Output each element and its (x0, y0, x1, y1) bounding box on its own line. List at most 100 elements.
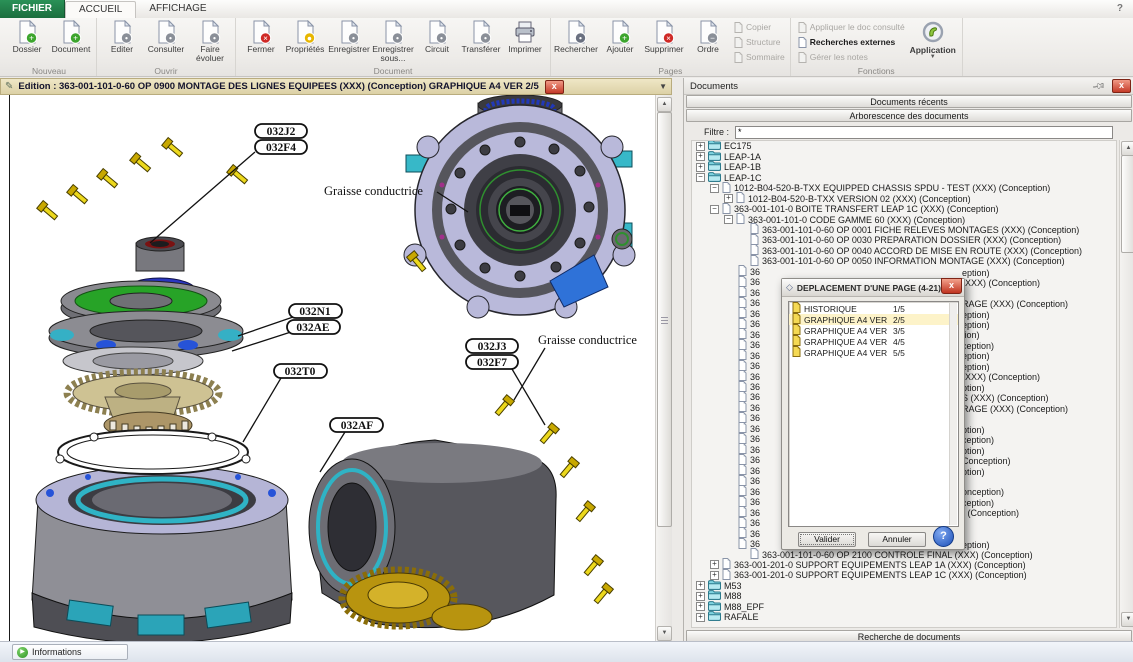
dialog-page-row[interactable]: GRAPHIQUE A4 VER5/5 (789, 347, 958, 358)
ribbon-button-ordre[interactable]: −Ordre (686, 19, 730, 65)
tree-expander[interactable]: − (710, 205, 719, 214)
ribbon-button-enregistrer-sous[interactable]: •Enregistrer sous... (371, 19, 415, 65)
annuler-button[interactable]: Annuler (868, 532, 926, 547)
tree-expander[interactable]: − (696, 173, 705, 182)
tree-row[interactable]: + LEAP-1A (692, 151, 1116, 161)
ribbon-button-label: Rechercher (554, 45, 598, 54)
scroll-down-icon[interactable]: ▼ (1121, 612, 1133, 627)
panel-close-button[interactable]: x (1112, 79, 1131, 93)
tree-row[interactable]: + M53 (692, 581, 1116, 591)
ribbon-button-application[interactable]: Application▼ (907, 19, 959, 65)
tree-row[interactable]: + M88 (692, 591, 1116, 601)
ribbon-button-transf-rer[interactable]: •Transférer (459, 19, 503, 65)
tree-expander[interactable]: − (710, 184, 719, 193)
ribbon-button-propri-t-s[interactable]: ●Propriétés (283, 19, 327, 65)
filter-input[interactable] (735, 126, 1113, 139)
ribbon-button-enregistrer[interactable]: •Enregistrer (327, 19, 371, 65)
ribbon-button-sommaire[interactable]: Sommaire (734, 51, 785, 63)
dialog-page-row[interactable]: GRAPHIQUE A4 VER4/5 (789, 336, 958, 347)
ribbon-button-ajouter[interactable]: +Ajouter (598, 19, 642, 65)
tree-item-label: 363-001-101-0-60 OP 0001 FICHE RELEVES M… (762, 225, 1079, 235)
tree-row-occluded[interactable]: 36eption) (692, 267, 1116, 277)
tree-row[interactable]: + 363-001-201-0 SUPPORT EQUIPEMENTS LEAP… (692, 560, 1116, 570)
tree-row[interactable]: + EC175 (692, 141, 1116, 151)
pin-icon[interactable]: 📌︎ (1090, 78, 1106, 94)
cad-gearbox-front (404, 95, 635, 318)
tree-row[interactable]: + M88_EPF (692, 602, 1116, 612)
tab-affichage[interactable]: AFFICHAGE (136, 0, 219, 18)
ribbon: +Dossier +DocumentNouveau •Editer •Consu… (0, 18, 1133, 77)
tree-item-label-prefix: 36 (750, 518, 760, 528)
page-number: 4/5 (893, 337, 955, 347)
tree-expander[interactable]: + (696, 142, 705, 151)
tree-row[interactable]: + RAFALE (692, 612, 1116, 622)
scroll-down-icon[interactable]: ▼ (657, 626, 672, 641)
diamond-icon: ◇ (786, 282, 793, 293)
page-name: GRAPHIQUE A4 VER (804, 315, 893, 325)
tree-expander[interactable]: − (724, 215, 733, 224)
ribbon-button-supprimer[interactable]: ×Supprimer (642, 19, 686, 65)
ribbon-button-editer[interactable]: •Editer (100, 19, 144, 65)
canvas-scrollbar[interactable]: ▲ ▼ (655, 95, 672, 641)
recent-documents-bar[interactable]: Documents récents (686, 95, 1132, 108)
tree-row[interactable]: + LEAP-1B (692, 162, 1116, 172)
listbox-scrollbar[interactable] (949, 303, 957, 525)
ribbon-button-copier[interactable]: Copier (734, 21, 785, 33)
scroll-up-icon[interactable]: ▲ (657, 97, 672, 112)
tree-row[interactable]: + 363-001-201-0 SUPPORT EQUIPEMENTS LEAP… (692, 570, 1116, 580)
help-icon[interactable]: ? (933, 526, 954, 547)
tree-expander[interactable]: + (696, 613, 705, 622)
tree-expander[interactable]: + (696, 581, 705, 590)
dialog-page-row[interactable]: GRAPHIQUE A4 VER2/5 (789, 314, 958, 325)
ribbon-button-appliquer-le-doc-consult[interactable]: Appliquer le doc consulté (798, 21, 905, 33)
tree-expander[interactable]: + (696, 602, 705, 611)
page-icon (750, 223, 759, 234)
tree-scrollbar-thumb[interactable] (1121, 155, 1133, 253)
tree-expander[interactable]: + (696, 152, 705, 161)
tree-row[interactable]: 363-001-101-0-60 OP 0050 INFORMATION MON… (692, 256, 1116, 266)
page-icon (734, 37, 743, 48)
tree-row[interactable]: − 1012-B04-520-B-TXX EQUIPPED CHASSIS SP… (692, 183, 1116, 193)
tree-row[interactable]: − LEAP-1C (692, 172, 1116, 182)
dialog-close-button[interactable]: x (941, 278, 962, 294)
tree-row[interactable]: − 363-001-101-0 BOITE TRANSFERT LEAP 1C … (692, 204, 1116, 214)
tree-scrollbar[interactable]: ▲ ▼ (1119, 140, 1133, 628)
tree-expander[interactable]: + (696, 592, 705, 601)
chevron-down-icon[interactable]: ▼ (659, 82, 667, 91)
informations-tab[interactable]: ▶ Informations (12, 644, 128, 660)
canvas-scrollbar-thumb[interactable] (657, 112, 672, 527)
document-tree-bar[interactable]: Arborescence des documents (686, 109, 1132, 122)
ribbon-button-g-rer-les-notes[interactable]: Gérer les notes (798, 51, 905, 63)
tree-expander[interactable]: + (710, 560, 719, 569)
dialog-page-row[interactable]: HISTORIQUE1/5 (789, 303, 958, 314)
ribbon-group-nouveau: +Dossier +DocumentNouveau (2, 18, 97, 76)
ribbon-button-label: Dossier (13, 45, 42, 54)
tab-accueil[interactable]: ACCUEIL (65, 1, 136, 18)
ribbon-button-structure[interactable]: Structure (734, 36, 785, 48)
tree-row[interactable]: 363-001-101-0-60 OP 2100 CONTROLE FINAL … (692, 549, 1116, 559)
ribbon-button-circuit[interactable]: •Circuit (415, 19, 459, 65)
ribbon-button-recherches-externes[interactable]: Recherches externes (798, 36, 905, 48)
scroll-up-icon[interactable]: ▲ (1121, 141, 1133, 156)
ribbon-button-document[interactable]: +Document (49, 19, 93, 65)
ribbon-button-consulter[interactable]: •Consulter (144, 19, 188, 65)
page-icon (722, 203, 731, 214)
page-icon (738, 401, 747, 412)
ribbon-button-fermer[interactable]: ×Fermer (239, 19, 283, 65)
tab-fichier[interactable]: FICHIER (0, 0, 65, 18)
ribbon-button-faire-voluer[interactable]: •Faire évoluer (188, 19, 232, 65)
tree-expander[interactable]: + (710, 571, 719, 580)
bolt-icon (130, 153, 153, 174)
dialog-page-row[interactable]: GRAPHIQUE A4 VER3/5 (789, 325, 958, 336)
ribbon-button-rechercher[interactable]: •Rechercher (554, 19, 598, 65)
tree-row[interactable]: + 1012-B04-520-B-TXX VERSION 02 (XXX) (C… (692, 193, 1116, 203)
ribbon-button-dossier[interactable]: +Dossier (5, 19, 49, 65)
tree-item-label-prefix: 36 (750, 392, 760, 402)
svg-text:•: • (213, 33, 216, 43)
valider-button[interactable]: Valider (798, 532, 856, 547)
tree-expander[interactable]: + (696, 163, 705, 172)
document-close-button[interactable]: x (545, 80, 564, 94)
page-icon (738, 527, 747, 538)
help-icon[interactable]: ? (1117, 0, 1133, 18)
ribbon-button-imprimer[interactable]: Imprimer (503, 19, 547, 65)
